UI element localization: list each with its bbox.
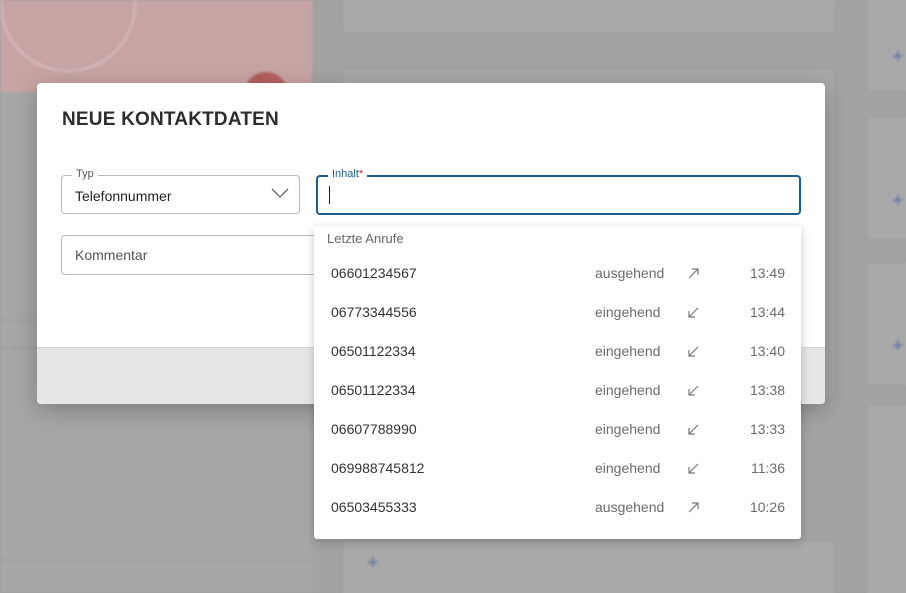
content-input[interactable] (328, 185, 788, 205)
incoming-arrow-icon (688, 385, 699, 396)
call-direction: ausgehend (595, 265, 665, 281)
comment-placeholder: Kommentar (75, 247, 148, 263)
required-marker: * (358, 168, 364, 180)
bg-card (866, 262, 906, 386)
bg-card (866, 116, 906, 240)
bg-plus-icon: + (892, 335, 904, 357)
call-direction: eingehend (595, 304, 661, 320)
call-time: 13:49 (749, 265, 785, 281)
type-value: Telefonnummer (75, 188, 172, 204)
outgoing-arrow-icon (688, 268, 699, 279)
call-number: 06601234567 (331, 265, 417, 281)
content-label: Inhalt* (328, 168, 368, 180)
call-time: 13:33 (749, 421, 785, 437)
call-time: 10:26 (749, 499, 785, 515)
bg-plus-icon: + (367, 552, 379, 574)
recent-call-item[interactable]: 06773344556 eingehend 13:44 (314, 294, 801, 333)
outgoing-arrow-icon (688, 502, 699, 513)
recent-calls-dropdown: Letzte Anrufe 06601234567 ausgehend 13:49 0… (314, 226, 801, 539)
bg-avatar (0, 0, 136, 72)
incoming-arrow-icon (688, 307, 699, 318)
chevron-down-icon[interactable] (271, 186, 289, 200)
text-cursor (329, 186, 330, 204)
type-select[interactable]: Typ Telefonnummer (61, 168, 300, 214)
incoming-arrow-icon (688, 463, 699, 474)
call-direction: eingehend (595, 343, 661, 359)
recent-call-item[interactable]: 06607788990 eingehend 13:33 (314, 411, 801, 450)
call-number: 06501122334 (331, 343, 416, 359)
call-direction: eingehend (595, 382, 661, 398)
recent-calls-header: Letzte Anrufe (327, 231, 404, 246)
type-label: Typ (72, 168, 98, 180)
incoming-arrow-icon (688, 424, 699, 435)
recent-call-item[interactable]: 06503455333 ausgehend 10:26 (314, 489, 801, 528)
recent-call-item[interactable]: 06601234567 ausgehend 13:49 (314, 255, 801, 294)
call-time: 13:44 (749, 304, 785, 320)
call-direction: ausgehend (595, 499, 665, 515)
bg-plus-icon: + (892, 190, 904, 212)
recent-call-item[interactable]: 06501122334 eingehend 13:38 (314, 372, 801, 411)
call-number: 06503455333 (331, 499, 417, 515)
bg-plus-icon: + (892, 46, 904, 68)
dialog-title: NEUE KONTAKTDATEN (62, 109, 279, 130)
bg-card (342, 0, 836, 34)
call-direction: eingehend (595, 421, 661, 437)
content-field[interactable]: Inhalt* (316, 168, 801, 215)
recent-call-item[interactable]: 06501122334 eingehend 13:40 (314, 333, 801, 372)
bg-divider (0, 560, 312, 561)
bg-card (342, 540, 836, 593)
call-number: 069988745812 (331, 460, 425, 476)
call-number: 06607788990 (331, 421, 417, 437)
bg-card (866, 404, 906, 593)
incoming-arrow-icon (688, 346, 699, 357)
call-number: 06773344556 (331, 304, 417, 320)
recent-call-item[interactable]: 069988745812 eingehend 11:36 (314, 450, 801, 489)
call-time: 11:36 (751, 460, 785, 476)
call-time: 13:40 (749, 343, 785, 359)
call-direction: eingehend (595, 460, 661, 476)
call-number: 06501122334 (331, 382, 416, 398)
call-time: 13:38 (749, 382, 785, 398)
